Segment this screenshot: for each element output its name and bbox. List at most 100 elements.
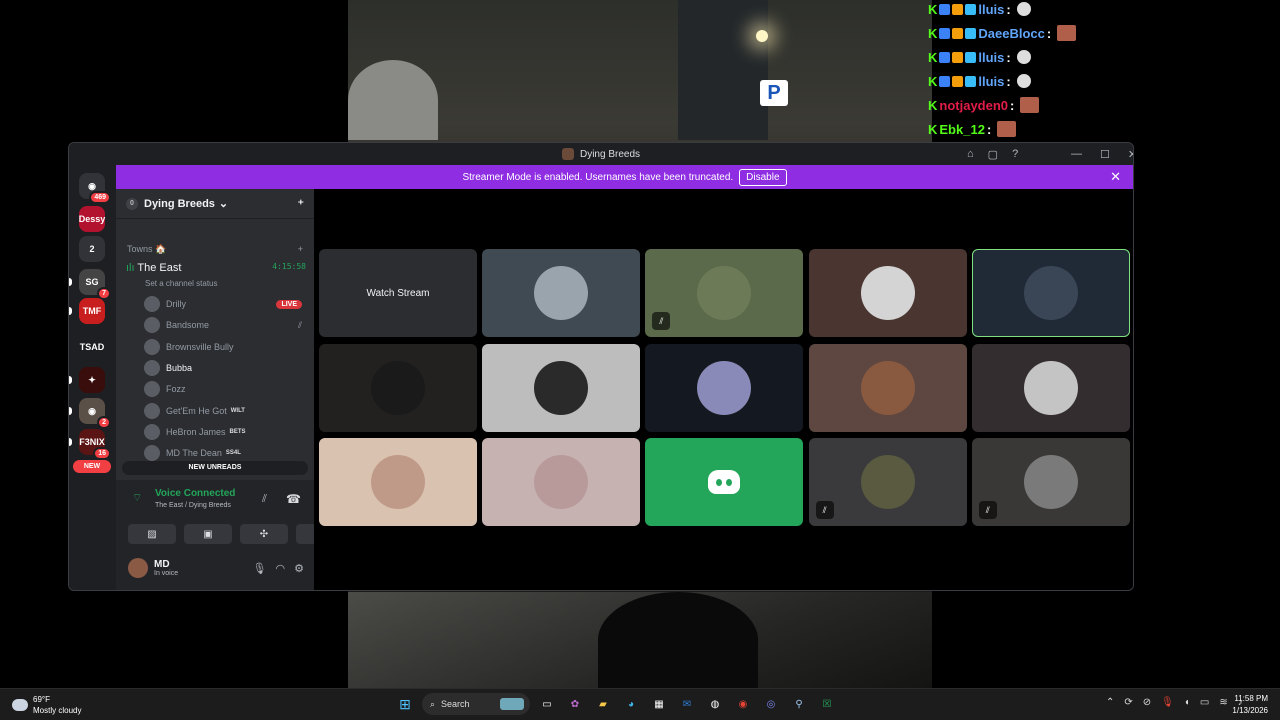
microphone-tray-icon[interactable]: 🎙 (1161, 697, 1174, 708)
participant-tile[interactable] (808, 249, 967, 337)
voice-panel: ⌔ Voice Connected The East / Dying Breed… (116, 480, 344, 590)
live-badge: LIVE (276, 299, 302, 309)
participant-tile[interactable] (808, 343, 967, 432)
watch-stream-button[interactable]: Watch Stream (356, 281, 440, 305)
new-unreads-button[interactable]: NEW UNREADS (122, 461, 308, 475)
server-label: SG (85, 277, 99, 287)
chrome-icon[interactable]: ◉ (732, 693, 754, 715)
store-icon[interactable]: ▦ (648, 693, 670, 715)
volume-icon[interactable]: ◖ (1184, 697, 1190, 708)
chat-colon: : (1046, 25, 1052, 41)
disable-button[interactable]: Disable (739, 168, 787, 186)
channel-name: The East (137, 262, 182, 274)
gear-icon[interactable]: ⚙ (294, 562, 304, 575)
clock[interactable]: 11:58 PM 1/13/2026 (1232, 693, 1268, 717)
wifi-icon[interactable]: ≋ (1219, 697, 1227, 708)
voice-connected-label[interactable]: Voice Connected (155, 488, 235, 499)
participant-tile[interactable] (482, 343, 641, 432)
new-badge[interactable]: NEW (73, 460, 111, 473)
inbox-icon[interactable]: ⌂ (967, 148, 974, 160)
add-member-icon[interactable]: ⁺ (298, 197, 304, 211)
add-channel-icon[interactable]: + (298, 244, 303, 255)
voice-member[interactable]: Get'Em He Got WILT (144, 402, 302, 420)
voice-channel-the-east[interactable]: ılı The East 4:15:58 (126, 262, 306, 274)
display-icon[interactable]: ▭ (1200, 697, 1209, 708)
close-button[interactable]: ✕ (1128, 148, 1133, 161)
steam-icon[interactable]: ⚲ (788, 693, 810, 715)
participant-tile[interactable] (645, 343, 804, 432)
server-label: TSAD (79, 342, 105, 352)
voice-member[interactable]: Bandsome ⫽ (144, 316, 302, 334)
noise-suppression-icon[interactable]: ⫽ (262, 493, 267, 506)
server-icon-item[interactable]: ✦ (79, 367, 105, 393)
signal-icon[interactable]: ⌔ (132, 491, 142, 505)
server-icon-item[interactable]: ◉ 2 (79, 398, 111, 429)
category-towns[interactable]: Towns 🏠 + (127, 244, 303, 255)
member-tag: SS4L (225, 450, 241, 457)
help-icon[interactable]: ? (1012, 148, 1018, 160)
chat-username[interactable]: notjayden0 (939, 98, 1008, 113)
participant-tile[interactable] (482, 438, 641, 526)
windows-start-icon[interactable]: ⊞ (394, 693, 416, 715)
participant-tile[interactable] (971, 249, 1130, 337)
server-icon-item[interactable]: TSAD (77, 334, 107, 360)
camera-button[interactable]: ▨ (128, 524, 176, 544)
voice-member[interactable]: Bubba (144, 359, 302, 377)
sync-icon[interactable]: ⟳ (1124, 697, 1132, 708)
chat-username[interactable]: lluis (978, 50, 1004, 65)
headphones-icon[interactable]: ◠ (276, 562, 286, 575)
voice-member[interactable]: Brownsville Bully (144, 338, 302, 356)
participant-tile[interactable]: ⫽ (808, 438, 967, 526)
mail-icon[interactable]: ✉ (676, 693, 698, 715)
participant-tile[interactable]: Watch Stream (319, 249, 477, 337)
vpn-icon[interactable]: ⊘ (1143, 697, 1151, 708)
edge-icon[interactable]: ◕ (620, 693, 642, 715)
participant-tile[interactable] (971, 343, 1130, 432)
weather-widget[interactable]: 69°F Mostly cloudy (12, 694, 81, 716)
task-view-icon[interactable]: ▭ (536, 693, 558, 715)
discord-home-button[interactable]: ◉ 469 (79, 173, 111, 204)
discord-taskbar-icon[interactable]: ◎ (760, 693, 782, 715)
unread-pill (69, 307, 72, 315)
app-icon[interactable]: ◍ (704, 693, 726, 715)
screen-share-button[interactable]: ▣ (184, 524, 232, 544)
minimize-button[interactable]: — (1071, 148, 1082, 160)
screen-icon[interactable]: ▢ (988, 148, 998, 161)
file-explorer-icon[interactable]: ▰ (592, 693, 614, 715)
maximize-button[interactable]: ☐ (1100, 148, 1110, 161)
server-icon-item[interactable]: TMF (79, 298, 105, 324)
discord-logo-icon: ◉ (88, 180, 96, 191)
participant-tile[interactable] (319, 438, 477, 526)
xbox-icon[interactable]: ☒ (816, 693, 838, 715)
copilot-icon[interactable]: ✿ (564, 693, 586, 715)
chat-username[interactable]: Ebk_12 (939, 122, 985, 137)
chat-username[interactable]: DaeeBlocc (978, 26, 1044, 41)
participant-tile[interactable]: ⫽ (971, 438, 1130, 526)
voice-member[interactable]: Drilly LIVE (144, 295, 302, 313)
server-icon-item[interactable]: Dessy (79, 206, 105, 232)
voice-member[interactable]: HeBron James BETS (144, 423, 302, 441)
discord-logo-icon (708, 470, 741, 494)
voice-member[interactable]: MD The Dean SS4L (144, 444, 302, 462)
participant-tile[interactable] (645, 438, 804, 526)
microphone-icon[interactable]: 🎙 (253, 562, 267, 575)
participant-tile[interactable] (482, 249, 641, 337)
avatar (1023, 455, 1078, 509)
server-icon-item[interactable]: SG 7 (79, 269, 111, 300)
participant-tile[interactable] (319, 343, 477, 432)
participant-tile[interactable]: ⫽ (645, 249, 804, 337)
chevron-up-icon[interactable]: ⌃ (1106, 697, 1114, 708)
server-icon-item[interactable]: F3NIX 16 (79, 429, 111, 460)
disconnect-icon[interactable]: ☎ (286, 492, 301, 506)
chat-username[interactable]: lluis (978, 2, 1004, 17)
channel-status[interactable]: Set a channel status (145, 279, 218, 288)
chat-username[interactable]: lluis (978, 74, 1004, 89)
activities-button[interactable]: ✣ (240, 524, 288, 544)
server-icon-item[interactable]: 2 (79, 236, 105, 262)
avatar[interactable] (128, 558, 148, 578)
close-banner-icon[interactable]: ✕ (1110, 169, 1121, 185)
server-header[interactable]: 0 Dying Breeds ⌄ ⁺ (116, 189, 314, 219)
search-box[interactable]: ⌕ Search (422, 693, 530, 715)
face-emote-icon (997, 121, 1017, 137)
voice-member[interactable]: Fozz (144, 380, 302, 398)
